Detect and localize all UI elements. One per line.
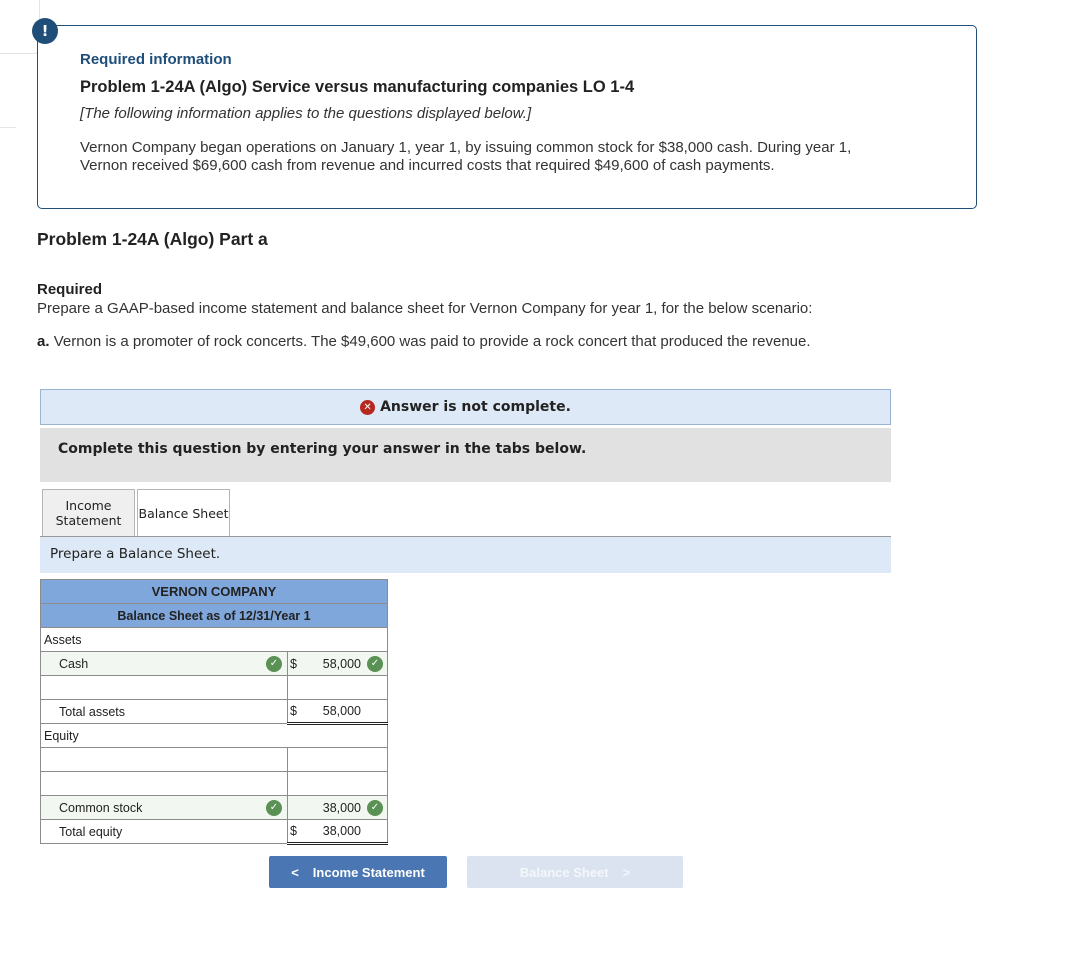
table-row: Common stock ✓ 38,000 ✓ (40, 795, 388, 820)
currency-symbol: $ (290, 824, 297, 838)
check-icon: ✓ (367, 655, 383, 672)
chevron-right-icon: > (622, 864, 631, 880)
table-row (40, 771, 388, 796)
statement-subtitle: Balance Sheet as of 12/31/Year 1 (40, 603, 388, 628)
chevron-left-icon: < (291, 864, 299, 880)
check-icon: ✓ (266, 655, 282, 672)
total-equity-cell: $ 38,000 (287, 819, 388, 845)
common-stock-label-input[interactable]: Common stock ✓ (40, 795, 288, 820)
equity-label: Equity (40, 723, 388, 748)
cash-label: Cash (59, 656, 89, 671)
tab-prompt: Prepare a Balance Sheet. (40, 537, 891, 573)
section-row: Assets (40, 627, 388, 652)
table-row: Cash ✓ $ 58,000 ✓ (40, 651, 388, 676)
tab-label: Balance Sheet (138, 506, 229, 521)
tab-income-statement[interactable]: Income Statement (42, 489, 135, 536)
alert-icon: ! (32, 18, 58, 44)
header-row: VERNON COMPANY (40, 579, 388, 604)
prev-button-label: Income Statement (312, 864, 425, 880)
empty-label-input[interactable] (40, 771, 288, 796)
empty-amount-input[interactable] (287, 675, 388, 700)
balance-sheet-table: VERNON COMPANY Balance Sheet as of 12/31… (40, 579, 388, 845)
required-label: Required (37, 281, 103, 298)
empty-amount-input[interactable] (287, 747, 388, 772)
answer-status-text: Answer is not complete. (380, 399, 571, 415)
tab-label-line2: Statement (55, 513, 122, 528)
total-assets-cell: $ 58,000 (287, 699, 388, 725)
tab-label-line1: Income (65, 498, 112, 513)
section-row: Equity (40, 723, 388, 748)
part-title: Problem 1-24A (Algo) Part a (37, 229, 268, 249)
total-assets-value: 58,000 (322, 704, 361, 718)
tab-balance-sheet[interactable]: Balance Sheet (137, 489, 230, 537)
prev-income-statement-button[interactable]: < Income Statement (269, 856, 447, 888)
total-equity-value: 38,000 (322, 824, 361, 838)
info-note: [The following information applies to th… (80, 105, 532, 122)
common-stock-label: Common stock (59, 800, 143, 815)
table-row (40, 747, 388, 772)
total-equity-label: Total equity (40, 819, 288, 844)
tab-bar: Income Statement Balance Sheet (42, 489, 230, 537)
divider (0, 127, 16, 128)
currency-symbol: $ (290, 704, 297, 718)
empty-label-input[interactable] (40, 675, 288, 700)
empty-label-input[interactable] (40, 747, 288, 772)
common-stock-value: 38,000 (322, 800, 361, 815)
problem-title: Problem 1-24A (Algo) Service versus manu… (80, 78, 635, 96)
cash-label-input[interactable]: Cash ✓ (40, 651, 288, 676)
cash-value: 58,000 (322, 656, 361, 671)
required-section: Required Prepare a GAAP-based income sta… (37, 281, 1037, 350)
check-icon: ✓ (367, 799, 383, 816)
cash-amount-input[interactable]: $ 58,000 ✓ (287, 651, 388, 676)
scenario-text: a. Vernon is a promoter of rock concerts… (37, 333, 1037, 350)
required-info-box: Required information Problem 1-24A (Algo… (37, 25, 977, 209)
currency-symbol: $ (290, 656, 297, 671)
next-balance-sheet-button[interactable]: Balance Sheet > (467, 856, 683, 888)
empty-amount-input[interactable] (287, 771, 388, 796)
check-icon: ✓ (266, 799, 282, 816)
scenario-prefix: a. (37, 333, 50, 350)
x-circle-icon: ✕ (360, 399, 376, 415)
table-row: Total equity $ 38,000 (40, 819, 388, 845)
table-row (40, 675, 388, 700)
total-assets-label: Total assets (40, 699, 288, 724)
required-text: Prepare a GAAP-based income statement an… (37, 300, 813, 317)
instruction-banner: Complete this question by entering your … (40, 428, 891, 482)
next-button-label: Balance Sheet (519, 864, 609, 880)
assets-label: Assets (40, 627, 388, 652)
header-row: Balance Sheet as of 12/31/Year 1 (40, 603, 388, 628)
company-name: VERNON COMPANY (40, 579, 388, 604)
required-info-label: Required information (80, 51, 232, 68)
table-row: Total assets $ 58,000 (40, 699, 388, 725)
info-body: Vernon Company began operations on Janua… (80, 139, 852, 174)
scenario-body: Vernon is a promoter of rock concerts. T… (53, 333, 811, 350)
common-stock-amount-input[interactable]: 38,000 ✓ (287, 795, 388, 820)
answer-status-banner: ✕ Answer is not complete. (40, 389, 891, 425)
